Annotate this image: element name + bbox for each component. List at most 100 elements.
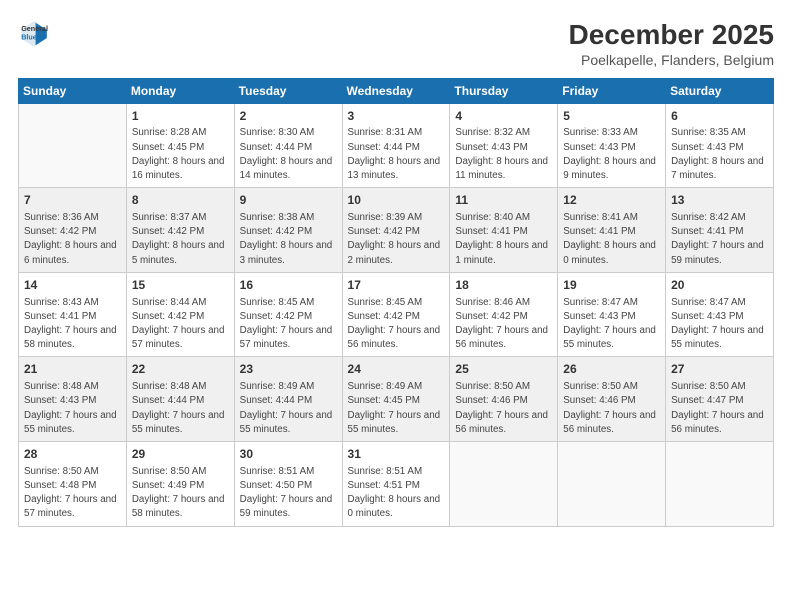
day-info: Sunrise: 8:41 AM Sunset: 4:41 PM Dayligh…	[563, 211, 660, 268]
calendar-cell: 10 Sunrise: 8:39 AM Sunset: 4:42 PM Dayli…	[342, 188, 450, 273]
col-tuesday: Tuesday	[234, 78, 342, 103]
day-number: 19	[563, 277, 660, 294]
calendar-cell: 4Sunrise: 8:32 AM Sunset: 4:43 PM Daylig…	[450, 103, 558, 188]
day-info: Sunrise: 8:47 AM Sunset: 4:43 PM Dayligh…	[563, 296, 660, 353]
day-number: 31	[348, 446, 445, 463]
svg-text:Blue: Blue	[21, 33, 37, 42]
day-number: 5	[563, 108, 660, 125]
day-info: Sunrise: 8:45 AM Sunset: 4:42 PM Dayligh…	[240, 296, 337, 353]
day-number: 4	[455, 108, 552, 125]
calendar-cell: 31 Sunrise: 8:51 AM Sunset: 4:51 PM Dayli…	[342, 442, 450, 527]
calendar-cell	[666, 442, 774, 527]
day-info: Sunrise: 8:50 AM Sunset: 4:46 PM Dayligh…	[455, 380, 552, 437]
day-info: Sunrise: 8:44 AM Sunset: 4:42 PM Dayligh…	[132, 296, 229, 353]
day-info: Sunrise: 8:32 AM Sunset: 4:43 PM Dayligh…	[455, 126, 552, 183]
day-info: Sunrise: 8:33 AM Sunset: 4:43 PM Dayligh…	[563, 126, 660, 183]
calendar-cell	[450, 442, 558, 527]
calendar-cell: 8 Sunrise: 8:37 AM Sunset: 4:42 PM Daylig…	[126, 188, 234, 273]
calendar-cell: 16 Sunrise: 8:45 AM Sunset: 4:42 PM Dayli…	[234, 272, 342, 357]
day-info: Sunrise: 8:48 AM Sunset: 4:43 PM Dayligh…	[24, 380, 121, 437]
day-number: 15	[132, 277, 229, 294]
calendar-cell: 15 Sunrise: 8:44 AM Sunset: 4:42 PM Dayli…	[126, 272, 234, 357]
day-number: 30	[240, 446, 337, 463]
day-number: 11	[455, 192, 552, 209]
day-number: 12	[563, 192, 660, 209]
day-info: Sunrise: 8:28 AM Sunset: 4:45 PM Dayligh…	[132, 126, 229, 183]
calendar-week-row: 1Sunrise: 8:28 AM Sunset: 4:45 PM Daylig…	[19, 103, 774, 188]
day-number: 21	[24, 361, 121, 378]
day-info: Sunrise: 8:30 AM Sunset: 4:44 PM Dayligh…	[240, 126, 337, 183]
day-number: 29	[132, 446, 229, 463]
day-info: Sunrise: 8:39 AM Sunset: 4:42 PM Dayligh…	[348, 211, 445, 268]
logo: General Blue	[18, 18, 50, 50]
calendar-cell: 17 Sunrise: 8:45 AM Sunset: 4:42 PM Dayli…	[342, 272, 450, 357]
day-number: 17	[348, 277, 445, 294]
calendar-header-row: Sunday Monday Tuesday Wednesday Thursday…	[19, 78, 774, 103]
day-info: Sunrise: 8:46 AM Sunset: 4:42 PM Dayligh…	[455, 296, 552, 353]
calendar-cell: 5Sunrise: 8:33 AM Sunset: 4:43 PM Daylig…	[558, 103, 666, 188]
day-number: 23	[240, 361, 337, 378]
day-number: 24	[348, 361, 445, 378]
col-thursday: Thursday	[450, 78, 558, 103]
calendar-cell: 13 Sunrise: 8:42 AM Sunset: 4:41 PM Dayli…	[666, 188, 774, 273]
calendar-cell: 22Sunrise: 8:48 AM Sunset: 4:44 PM Dayli…	[126, 357, 234, 442]
calendar-cell: 27 Sunrise: 8:50 AM Sunset: 4:47 PM Dayli…	[666, 357, 774, 442]
day-number: 7	[24, 192, 121, 209]
day-info: Sunrise: 8:49 AM Sunset: 4:44 PM Dayligh…	[240, 380, 337, 437]
calendar-cell: 6Sunrise: 8:35 AM Sunset: 4:43 PM Daylig…	[666, 103, 774, 188]
calendar-title: December 2025	[569, 18, 774, 52]
day-number: 13	[671, 192, 768, 209]
day-number: 1	[132, 108, 229, 125]
col-sunday: Sunday	[19, 78, 127, 103]
col-wednesday: Wednesday	[342, 78, 450, 103]
day-number: 8	[132, 192, 229, 209]
calendar-cell	[558, 442, 666, 527]
day-info: Sunrise: 8:50 AM Sunset: 4:47 PM Dayligh…	[671, 380, 768, 437]
day-info: Sunrise: 8:36 AM Sunset: 4:42 PM Dayligh…	[24, 211, 121, 268]
calendar-cell: 14Sunrise: 8:43 AM Sunset: 4:41 PM Dayli…	[19, 272, 127, 357]
calendar-cell: 9Sunrise: 8:38 AM Sunset: 4:42 PM Daylig…	[234, 188, 342, 273]
calendar-cell: 3Sunrise: 8:31 AM Sunset: 4:44 PM Daylig…	[342, 103, 450, 188]
page: General Blue December 2025 Poelkapelle, …	[0, 0, 792, 612]
day-number: 28	[24, 446, 121, 463]
day-number: 16	[240, 277, 337, 294]
svg-text:General: General	[21, 24, 48, 33]
day-info: Sunrise: 8:49 AM Sunset: 4:45 PM Dayligh…	[348, 380, 445, 437]
calendar-cell: 29 Sunrise: 8:50 AM Sunset: 4:49 PM Dayli…	[126, 442, 234, 527]
day-info: Sunrise: 8:48 AM Sunset: 4:44 PM Dayligh…	[132, 380, 229, 437]
calendar-cell: 24 Sunrise: 8:49 AM Sunset: 4:45 PM Dayli…	[342, 357, 450, 442]
day-number: 27	[671, 361, 768, 378]
calendar-cell: 12 Sunrise: 8:41 AM Sunset: 4:41 PM Dayli…	[558, 188, 666, 273]
calendar-cell: 20Sunrise: 8:47 AM Sunset: 4:43 PM Dayli…	[666, 272, 774, 357]
calendar-week-row: 28 Sunrise: 8:50 AM Sunset: 4:48 PM Dayli…	[19, 442, 774, 527]
logo-icon: General Blue	[18, 18, 50, 50]
day-number: 9	[240, 192, 337, 209]
calendar-cell: 26 Sunrise: 8:50 AM Sunset: 4:46 PM Dayli…	[558, 357, 666, 442]
day-info: Sunrise: 8:35 AM Sunset: 4:43 PM Dayligh…	[671, 126, 768, 183]
header: General Blue December 2025 Poelkapelle, …	[18, 18, 774, 68]
day-info: Sunrise: 8:50 AM Sunset: 4:48 PM Dayligh…	[24, 465, 121, 522]
day-info: Sunrise: 8:47 AM Sunset: 4:43 PM Dayligh…	[671, 296, 768, 353]
calendar-table: Sunday Monday Tuesday Wednesday Thursday…	[18, 78, 774, 527]
calendar-subtitle: Poelkapelle, Flanders, Belgium	[569, 52, 774, 68]
day-number: 26	[563, 361, 660, 378]
day-info: Sunrise: 8:50 AM Sunset: 4:49 PM Dayligh…	[132, 465, 229, 522]
day-number: 10	[348, 192, 445, 209]
calendar-cell: 19 Sunrise: 8:47 AM Sunset: 4:43 PM Dayli…	[558, 272, 666, 357]
calendar-cell	[19, 103, 127, 188]
day-info: Sunrise: 8:51 AM Sunset: 4:51 PM Dayligh…	[348, 465, 445, 522]
calendar-cell: 1Sunrise: 8:28 AM Sunset: 4:45 PM Daylig…	[126, 103, 234, 188]
day-number: 6	[671, 108, 768, 125]
calendar-cell: 23 Sunrise: 8:49 AM Sunset: 4:44 PM Dayli…	[234, 357, 342, 442]
day-info: Sunrise: 8:50 AM Sunset: 4:46 PM Dayligh…	[563, 380, 660, 437]
day-info: Sunrise: 8:42 AM Sunset: 4:41 PM Dayligh…	[671, 211, 768, 268]
title-area: December 2025 Poelkapelle, Flanders, Bel…	[569, 18, 774, 68]
calendar-cell: 7 Sunrise: 8:36 AM Sunset: 4:42 PM Daylig…	[19, 188, 127, 273]
calendar-cell: 21 Sunrise: 8:48 AM Sunset: 4:43 PM Dayli…	[19, 357, 127, 442]
day-info: Sunrise: 8:45 AM Sunset: 4:42 PM Dayligh…	[348, 296, 445, 353]
calendar-cell: 11Sunrise: 8:40 AM Sunset: 4:41 PM Dayli…	[450, 188, 558, 273]
col-friday: Friday	[558, 78, 666, 103]
day-info: Sunrise: 8:31 AM Sunset: 4:44 PM Dayligh…	[348, 126, 445, 183]
day-info: Sunrise: 8:37 AM Sunset: 4:42 PM Dayligh…	[132, 211, 229, 268]
col-saturday: Saturday	[666, 78, 774, 103]
